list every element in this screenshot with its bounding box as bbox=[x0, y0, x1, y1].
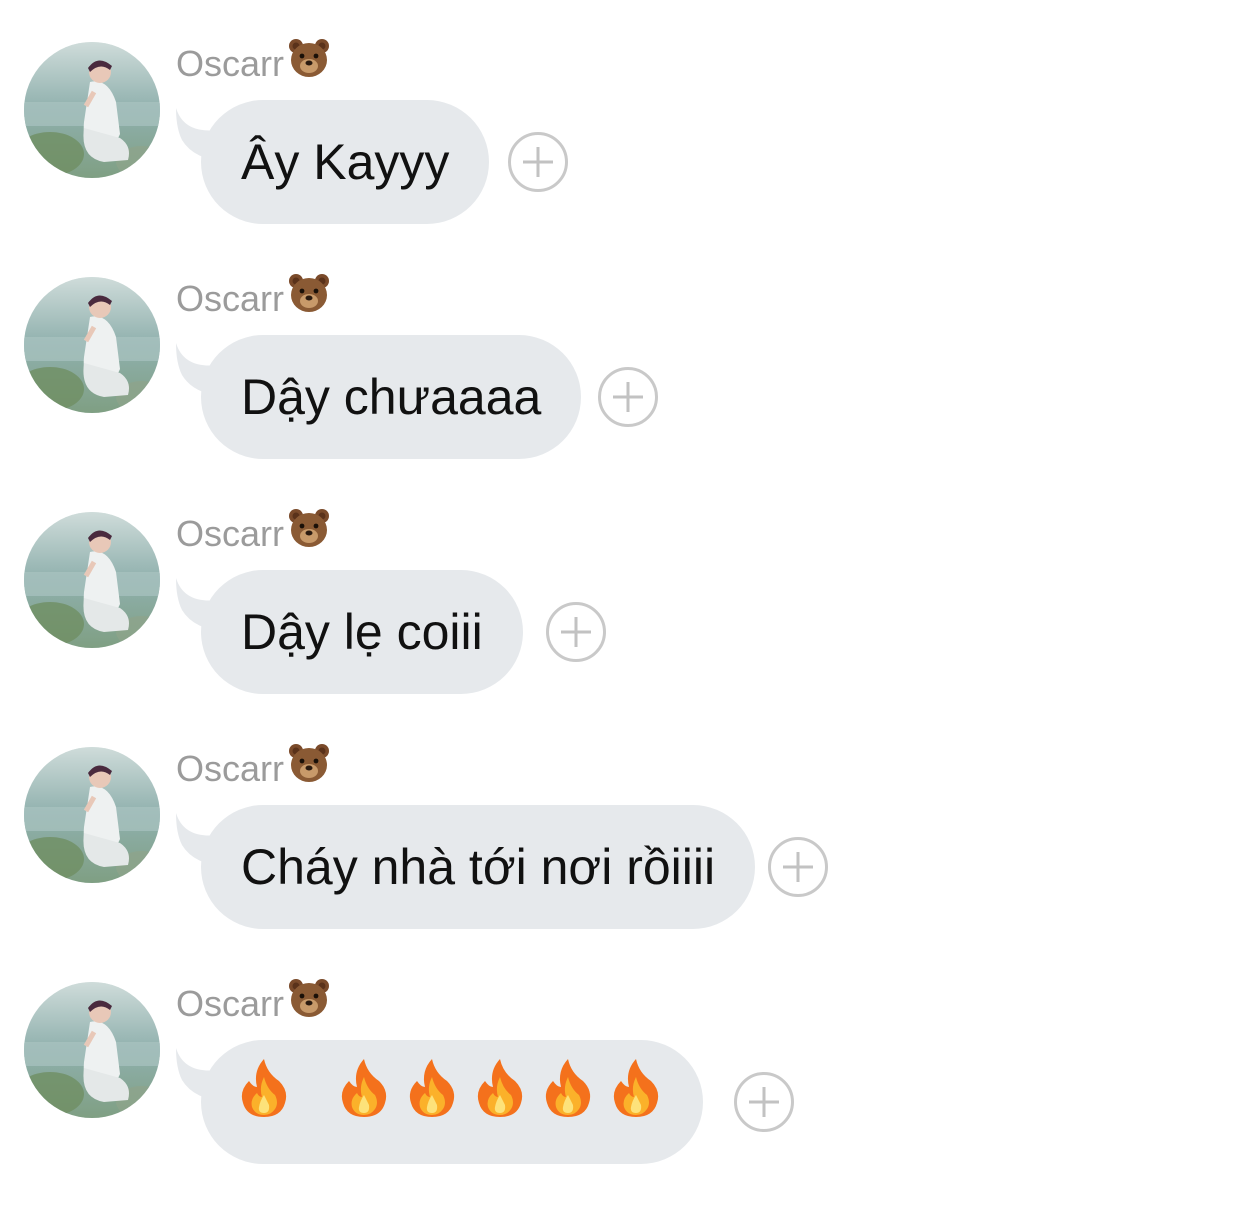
message-bubble[interactable]: Cháy nhà tới nơi rồiiii bbox=[201, 805, 756, 929]
fire-icon bbox=[237, 1040, 291, 1164]
bear-face-icon bbox=[288, 37, 330, 89]
sender-name: Oscarr bbox=[176, 509, 330, 556]
bear-face-icon bbox=[288, 742, 330, 794]
fire-icon bbox=[609, 1040, 663, 1164]
fire-icon bbox=[405, 1040, 459, 1164]
avatar[interactable] bbox=[24, 42, 160, 178]
add-reaction-button[interactable] bbox=[734, 1072, 794, 1132]
message-row: Oscarr Dậy chưaaaa bbox=[0, 274, 1242, 507]
sender-name: Oscarr bbox=[176, 744, 330, 791]
avatar[interactable] bbox=[24, 277, 160, 413]
add-reaction-button[interactable] bbox=[598, 367, 658, 427]
bear-face-icon bbox=[288, 507, 330, 559]
sender-name: Oscarr bbox=[176, 979, 330, 1026]
message-bubble[interactable]: Ây Kayyy bbox=[201, 100, 490, 224]
add-reaction-button[interactable] bbox=[546, 602, 606, 662]
message-row: Oscarr Cháy nhà tới nơi rồiiii bbox=[0, 744, 1242, 977]
fire-icon bbox=[337, 1040, 391, 1164]
emoji-message-bubble[interactable] bbox=[201, 1040, 703, 1164]
avatar[interactable] bbox=[24, 982, 160, 1118]
add-reaction-button[interactable] bbox=[508, 132, 568, 192]
message-row: Oscarr Dậy lẹ coiii bbox=[0, 509, 1242, 742]
avatar[interactable] bbox=[24, 747, 160, 883]
bear-face-icon bbox=[288, 977, 330, 1029]
message-row: Oscarr bbox=[0, 979, 1242, 1212]
fire-icon bbox=[541, 1040, 595, 1164]
message-bubble[interactable]: Dậy lẹ coiii bbox=[201, 570, 523, 694]
fire-icon bbox=[473, 1040, 527, 1164]
sender-name: Oscarr bbox=[176, 39, 330, 86]
message-bubble[interactable]: Dậy chưaaaa bbox=[201, 335, 582, 459]
bear-face-icon bbox=[288, 272, 330, 324]
message-row: Oscarr Ây Kayyy bbox=[0, 39, 1242, 272]
avatar[interactable] bbox=[24, 512, 160, 648]
add-reaction-button[interactable] bbox=[768, 837, 828, 897]
sender-name: Oscarr bbox=[176, 274, 330, 321]
